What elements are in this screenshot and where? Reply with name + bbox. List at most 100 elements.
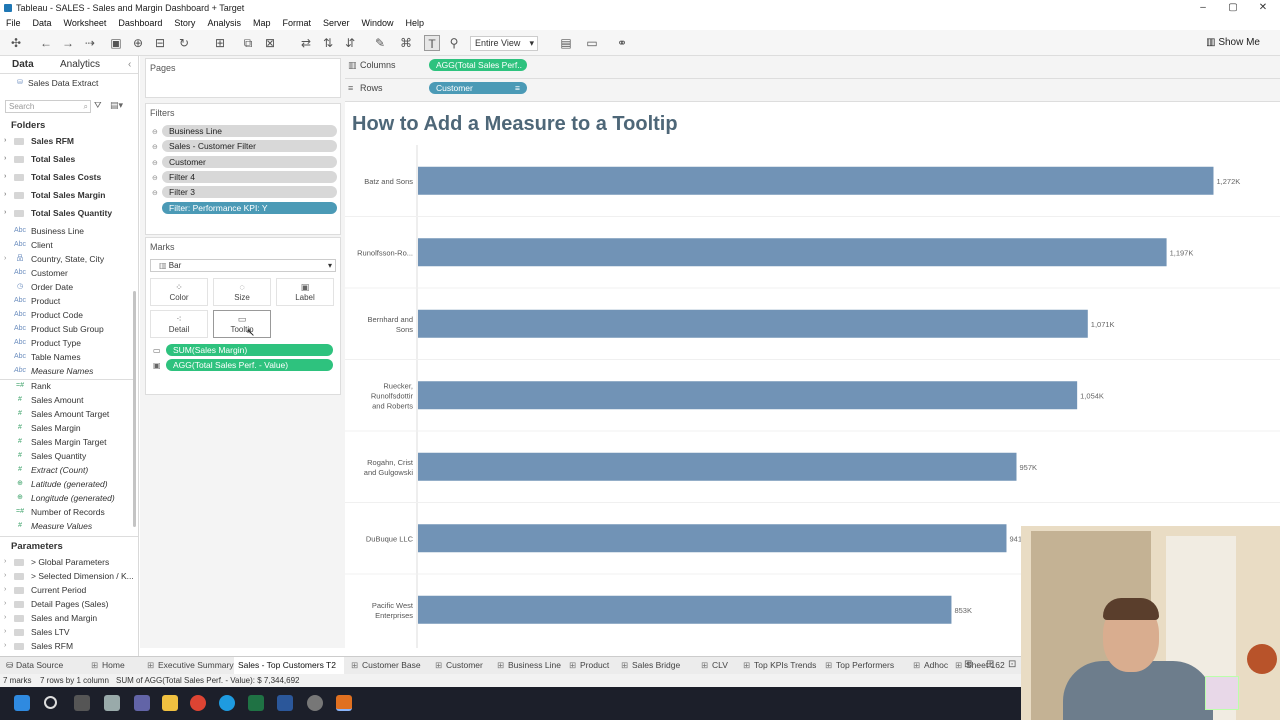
- filter-pill[interactable]: Filter 3: [162, 186, 337, 198]
- sort-ascending-icon[interactable]: ⇅: [320, 35, 336, 51]
- parameter-item[interactable]: › Current Period: [0, 583, 136, 597]
- measure-item[interactable]: # Sales Quantity: [0, 449, 136, 463]
- filters-card[interactable]: Filters ⊖ Business Line ⊖ Sales - Custom…: [145, 103, 341, 235]
- category-label[interactable]: Ruecker, Runolfsdottir and Roberts: [371, 381, 414, 410]
- sheet-tab[interactable]: ⊞ Sales Bridge: [618, 657, 694, 674]
- task-view-icon[interactable]: [74, 695, 90, 711]
- sheet-tab[interactable]: ⊞ Customer Base: [348, 657, 428, 674]
- filter-icon[interactable]: ⛛: [94, 100, 102, 111]
- menu-window[interactable]: Window: [362, 16, 394, 30]
- tableau-taskbar-icon[interactable]: [336, 695, 352, 711]
- measure-item[interactable]: # Sales Margin: [0, 421, 136, 435]
- tooltip-button[interactable]: ▭ Tooltip: [213, 310, 271, 338]
- measure-item[interactable]: # Sales Margin Target: [0, 435, 136, 449]
- edge-icon[interactable]: [219, 695, 235, 711]
- show-me-button[interactable]: ▥ Show Me: [1206, 36, 1260, 50]
- dimension-item[interactable]: Abc Product Type: [0, 336, 136, 350]
- excel-icon[interactable]: [248, 695, 264, 711]
- size-button[interactable]: ◌ Size: [213, 278, 271, 306]
- sheet-tab[interactable]: ⊞ Business Line: [494, 657, 562, 674]
- duplicate-sheet-icon[interactable]: ⧉: [240, 35, 256, 51]
- marks-field-pill[interactable]: SUM(Sales Margin): [166, 344, 333, 356]
- sheet-tab[interactable]: ⊞ CLV: [698, 657, 736, 674]
- tab-analytics[interactable]: Analytics: [60, 58, 100, 72]
- datasource-item[interactable]: ⛁ Sales Data Extract: [0, 76, 136, 90]
- filter-pill[interactable]: Filter 4: [162, 171, 337, 183]
- dimension-item[interactable]: Abc Measure Names: [0, 364, 136, 378]
- minimize-button[interactable]: –: [1188, 0, 1218, 16]
- measure-item[interactable]: # Sales Amount: [0, 393, 136, 407]
- filter-pill[interactable]: Sales - Customer Filter: [162, 140, 337, 152]
- new-story-icon[interactable]: ⊡: [1008, 659, 1016, 670]
- file-explorer-icon[interactable]: [162, 695, 178, 711]
- pages-card[interactable]: Pages: [145, 58, 341, 98]
- folder-item[interactable]: › Total Sales: [0, 152, 136, 166]
- refresh-icon[interactable]: ↻: [176, 35, 192, 51]
- measure-item[interactable]: # Extract (Count): [0, 463, 136, 477]
- marks-field-pill[interactable]: AGG(Total Sales Perf. - Value): [166, 359, 333, 371]
- dimension-item[interactable]: Abc Client: [0, 238, 136, 252]
- mark-type-select[interactable]: ▥ Bar ▾: [150, 259, 336, 272]
- menu-story[interactable]: Story: [174, 16, 195, 30]
- filter-pill[interactable]: Business Line: [162, 125, 337, 137]
- clear-sheet-icon[interactable]: ⊠: [262, 35, 278, 51]
- category-label[interactable]: DuBuque LLC: [366, 534, 414, 543]
- measure-item[interactable]: =# Number of Records: [0, 505, 136, 519]
- tab-data-source[interactable]: ⛁ Data Source: [2, 657, 63, 674]
- close-button[interactable]: ✕: [1248, 0, 1278, 16]
- category-label[interactable]: Pacific West Enterprises: [372, 601, 414, 620]
- swap-rows-columns-icon[interactable]: ⇄: [298, 35, 314, 51]
- folder-item[interactable]: › Total Sales Quantity: [0, 206, 136, 220]
- pause-updates-icon[interactable]: ⊟: [152, 35, 168, 51]
- view-list-icon[interactable]: ▤▾: [110, 100, 123, 111]
- group-members-icon[interactable]: ⌘: [398, 35, 414, 51]
- sheet-tab[interactable]: Sales - Top Customers T2: [234, 657, 344, 674]
- bar[interactable]: [418, 309, 1088, 338]
- measure-item[interactable]: ⊕ Longitude (generated): [0, 491, 136, 505]
- dimension-item[interactable]: Abc Business Line: [0, 224, 136, 238]
- widgets-icon[interactable]: [104, 695, 120, 711]
- bar[interactable]: [418, 595, 952, 624]
- bar[interactable]: [418, 381, 1078, 410]
- maximize-button[interactable]: ▢: [1218, 0, 1248, 16]
- dimension-item[interactable]: Abc Product Code: [0, 308, 136, 322]
- scrollbar[interactable]: [133, 291, 136, 527]
- sheet-tab[interactable]: ⊞ Adhoc: [910, 657, 948, 674]
- menu-help[interactable]: Help: [406, 16, 425, 30]
- folder-item[interactable]: › Total Sales Costs: [0, 170, 136, 184]
- chrome-icon[interactable]: [190, 695, 206, 711]
- share-icon[interactable]: ⚭: [614, 35, 630, 51]
- show-cards-icon[interactable]: ▤: [558, 35, 574, 51]
- menu-worksheet[interactable]: Worksheet: [64, 16, 107, 30]
- rows-pill[interactable]: Customer ≡: [429, 82, 527, 94]
- category-label[interactable]: Rogahn, Crist and Gulgowski: [364, 458, 414, 477]
- new-dashboard-icon[interactable]: ⊞: [986, 659, 994, 670]
- parameter-item[interactable]: › > Global Parameters: [0, 555, 136, 569]
- fix-axes-icon[interactable]: ⚲: [446, 35, 462, 51]
- columns-pill[interactable]: AGG(Total Sales Perf..: [429, 59, 527, 71]
- dimension-item[interactable]: Abc Table Names: [0, 350, 136, 364]
- parameter-item[interactable]: › Sales and Margin: [0, 611, 136, 625]
- word-icon[interactable]: [277, 695, 293, 711]
- dimension-item[interactable]: Abc Customer: [0, 266, 136, 280]
- search-icon[interactable]: [44, 696, 57, 709]
- save-icon[interactable]: ▣: [108, 35, 124, 51]
- new-worksheet-icon[interactable]: ⊞: [964, 659, 972, 670]
- label-button[interactable]: ▣ Label: [276, 278, 334, 306]
- windows-start-icon[interactable]: [14, 695, 30, 711]
- measure-item[interactable]: # Sales Amount Target: [0, 407, 136, 421]
- menu-server[interactable]: Server: [323, 16, 350, 30]
- category-label[interactable]: Batz and Sons: [364, 177, 413, 186]
- menu-format[interactable]: Format: [282, 16, 311, 30]
- bar[interactable]: [418, 238, 1167, 267]
- measure-item[interactable]: ⊕ Latitude (generated): [0, 477, 136, 491]
- filter-pill[interactable]: Filter: Performance KPI: Y: [162, 202, 337, 214]
- category-label[interactable]: Bernhard and Sons: [368, 315, 414, 334]
- new-worksheet-icon[interactable]: ⊞: [212, 35, 228, 51]
- sheet-tab[interactable]: ⊞ Executive Summary: [144, 657, 234, 674]
- sheet-tab[interactable]: ⊞ Customer: [432, 657, 490, 674]
- parameter-item[interactable]: › Sales LTV: [0, 625, 136, 639]
- folder-item[interactable]: › Sales RFM: [0, 134, 136, 148]
- teams-icon[interactable]: [134, 695, 150, 711]
- highlight-icon[interactable]: ✎: [372, 35, 388, 51]
